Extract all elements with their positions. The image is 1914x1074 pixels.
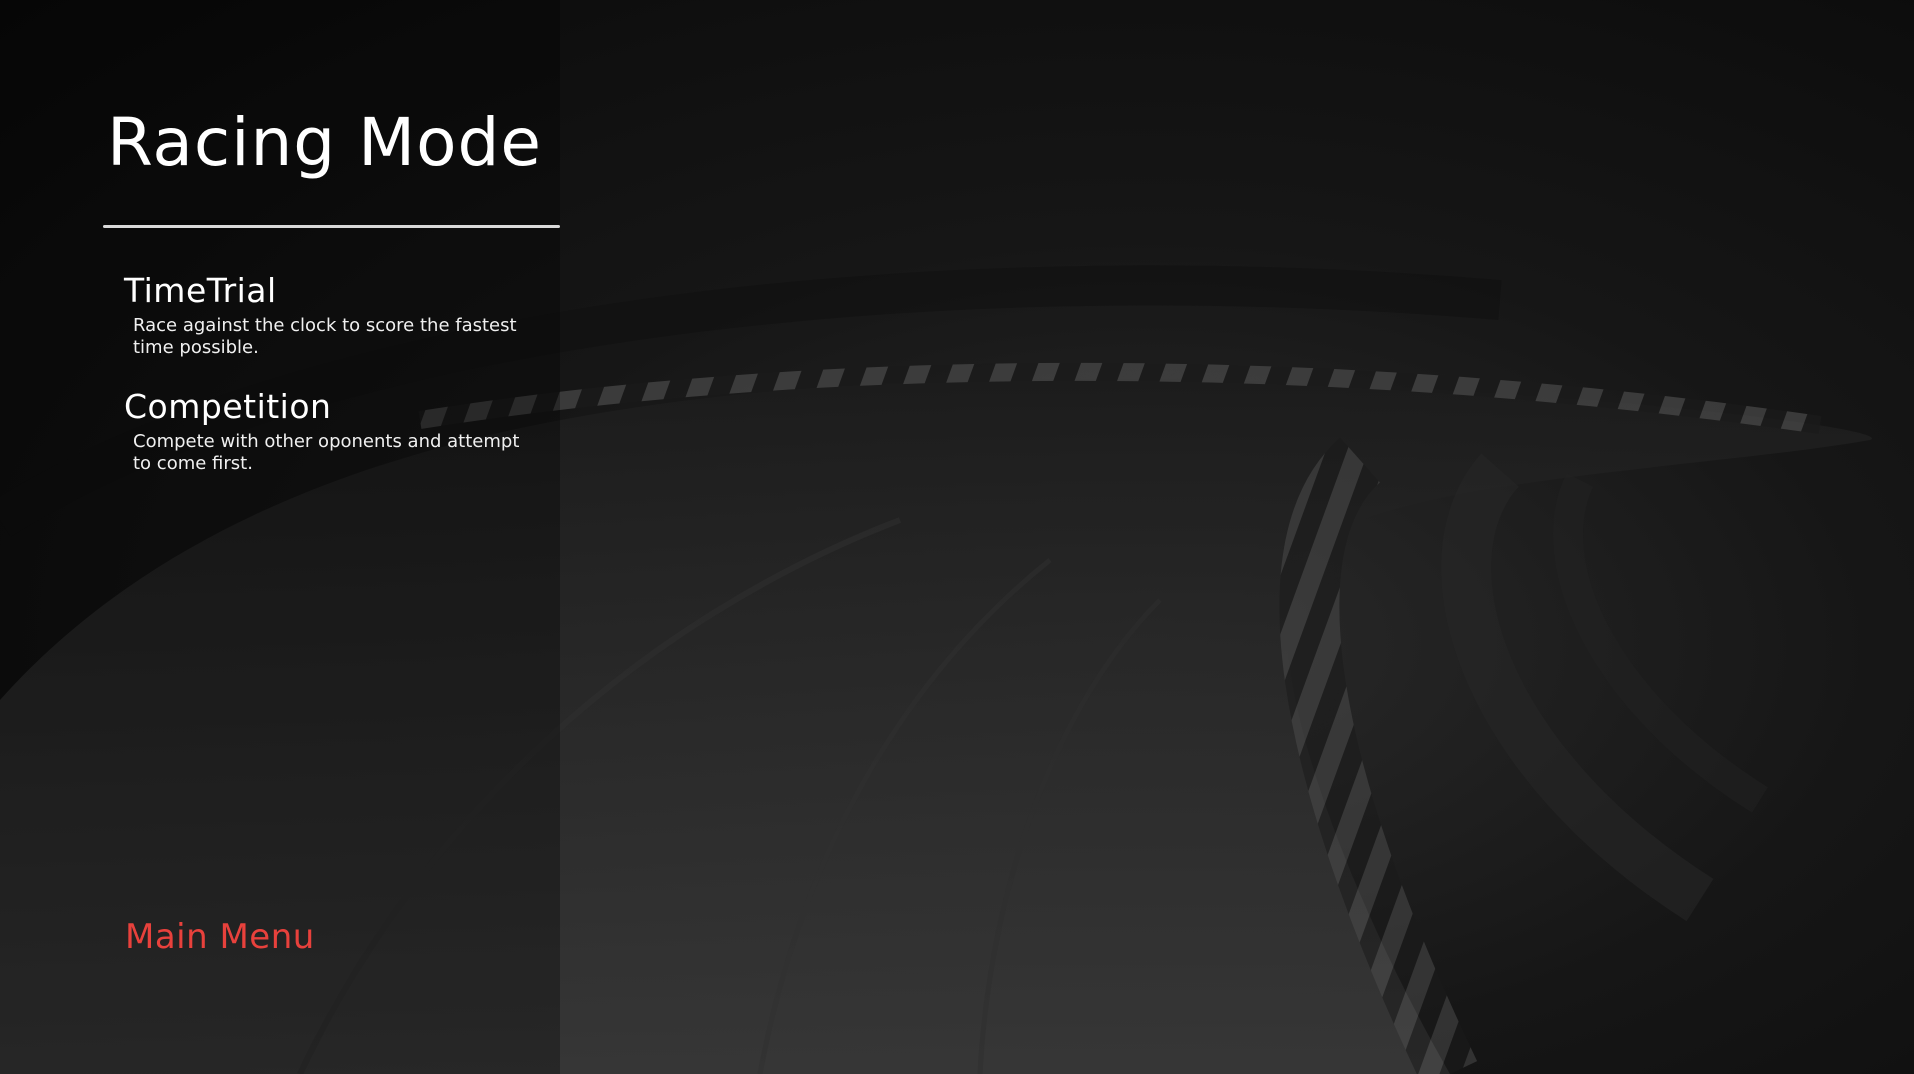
main-menu-button[interactable]: Main Menu	[125, 920, 315, 954]
mode-option-name: Competition	[124, 387, 332, 426]
racing-mode-screen: Racing Mode TimeTrial Race against the c…	[0, 0, 1914, 1074]
mode-option-timetrial[interactable]: TimeTrial Race against the clock to scor…	[120, 271, 560, 359]
title-divider	[103, 225, 560, 228]
mode-option-name: TimeTrial	[124, 271, 277, 310]
mode-option-description: Race against the clock to score the fast…	[133, 315, 517, 359]
mode-option-description: Compete with other oponents and attempt …	[133, 431, 520, 475]
mode-option-competition[interactable]: Competition Compete with other oponents …	[120, 387, 560, 475]
page-title: Racing Mode	[107, 104, 543, 181]
